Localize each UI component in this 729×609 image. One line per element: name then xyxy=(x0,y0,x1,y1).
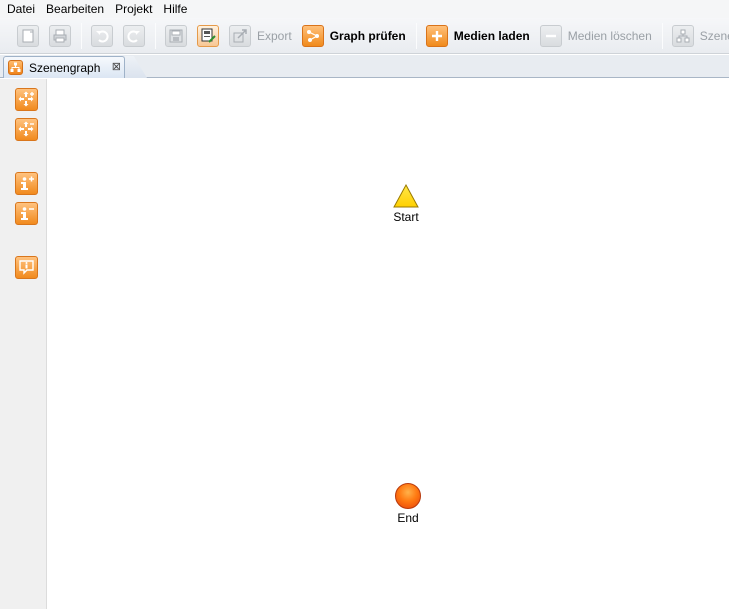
print-icon xyxy=(49,24,71,47)
scenegraph-icon xyxy=(671,24,694,47)
end-node[interactable]: End xyxy=(395,483,421,525)
undo-icon xyxy=(91,24,113,47)
end-label: End xyxy=(397,511,419,525)
graph-check-label: Graph prüfen xyxy=(329,28,406,43)
tab-szenengraph[interactable]: Szenengraph ⊠ xyxy=(3,56,125,78)
minus-icon xyxy=(539,24,562,47)
save-icon xyxy=(165,24,187,47)
toolbar-separator xyxy=(155,22,156,49)
toolbar: Export Graph prüfen Medien laden Medien … xyxy=(0,18,729,54)
toolbar-separator xyxy=(661,22,663,49)
tab-edge xyxy=(125,56,147,78)
undo-button[interactable] xyxy=(88,23,116,49)
delete-media-button[interactable]: Medien löschen xyxy=(537,23,655,49)
tool-panel xyxy=(0,79,47,609)
print-button[interactable] xyxy=(46,23,74,49)
save-as-icon xyxy=(197,24,219,47)
new-button[interactable] xyxy=(14,23,42,49)
save-button[interactable] xyxy=(162,23,190,49)
menu-bearbeiten[interactable]: Bearbeiten xyxy=(41,0,110,18)
graph-canvas[interactable]: Start End xyxy=(48,79,729,609)
close-icon[interactable]: ⊠ xyxy=(110,61,122,74)
start-triangle-icon xyxy=(393,184,419,208)
menu-datei[interactable]: Datei xyxy=(2,0,41,18)
graph-check-icon xyxy=(301,24,324,47)
toolbar-separator xyxy=(81,22,82,49)
info-plus-icon[interactable] xyxy=(15,172,38,195)
info-bubble-icon[interactable] xyxy=(15,256,38,279)
scenegraph-label: Szenengr xyxy=(699,28,729,43)
tab-label: Szenengraph xyxy=(29,60,101,75)
graph-check-button[interactable]: Graph prüfen xyxy=(299,23,409,49)
info-minus-icon[interactable] xyxy=(15,202,38,225)
save-as-button[interactable] xyxy=(194,23,222,49)
start-label: Start xyxy=(393,210,419,224)
scenegraph-button[interactable]: Szenengr xyxy=(669,23,729,49)
menu-bar: Datei Bearbeiten Projekt Hilfe xyxy=(0,0,729,18)
tab-strip: Szenengraph ⊠ xyxy=(0,55,729,78)
redo-icon xyxy=(123,24,145,47)
start-node[interactable]: Start xyxy=(393,184,419,224)
export-label: Export xyxy=(257,28,292,43)
move-minus-icon[interactable] xyxy=(15,118,38,141)
export-icon xyxy=(229,24,251,47)
move-plus-icon[interactable] xyxy=(15,88,38,111)
new-document-icon xyxy=(17,24,39,47)
delete-media-label: Medien löschen xyxy=(567,28,652,43)
menu-projekt[interactable]: Projekt xyxy=(110,0,158,18)
export-button[interactable]: Export xyxy=(226,23,295,49)
redo-button[interactable] xyxy=(120,23,148,49)
end-circle-icon xyxy=(395,483,421,509)
load-media-label: Medien laden xyxy=(453,28,530,43)
scenegraph-tab-icon xyxy=(8,60,23,75)
menu-hilfe[interactable]: Hilfe xyxy=(158,0,193,18)
toolbar-separator xyxy=(415,22,417,49)
plus-icon xyxy=(425,24,448,47)
load-media-button[interactable]: Medien laden xyxy=(423,23,533,49)
